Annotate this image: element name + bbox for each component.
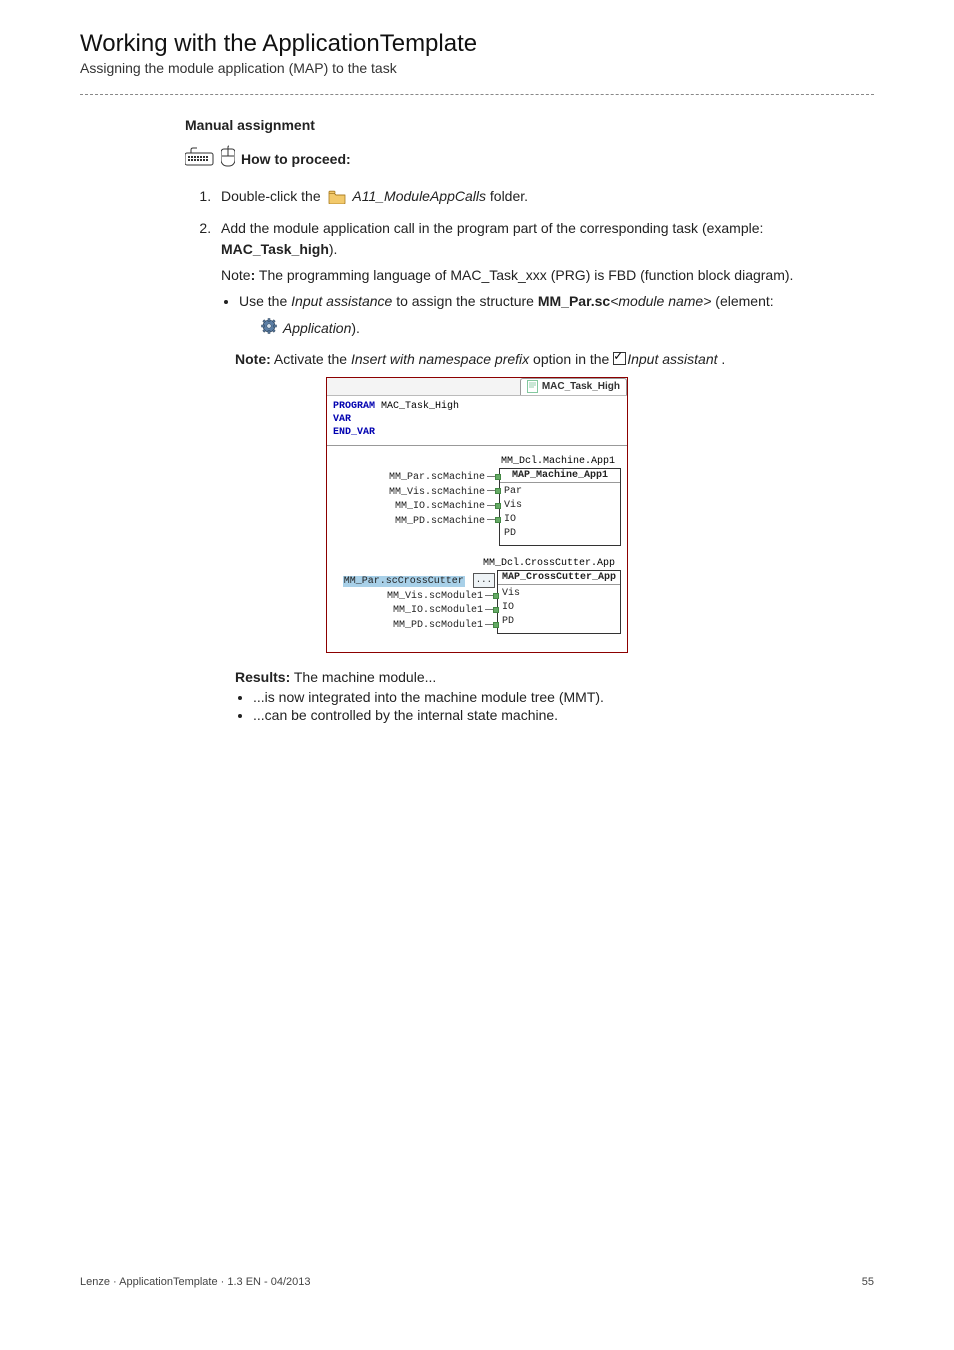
- footer-left: Lenze · ApplicationTemplate · 1.3 EN - 0…: [80, 1276, 311, 1288]
- fb2-box: MAP_CrossCutter_App Vis IO PD: [497, 570, 621, 634]
- page-footer: Lenze · ApplicationTemplate · 1.3 EN - 0…: [80, 1276, 874, 1288]
- step-2-note: Note: The programming language of MAC_Ta…: [221, 265, 874, 287]
- step-1-folder-name: A11_ModuleAppCalls: [352, 188, 486, 204]
- fbd-area: MM_Dcl.Machine.App1 MM_Par.scMachine MM_…: [327, 446, 627, 652]
- step-2-sub-d: MM_Par.sc: [538, 293, 610, 309]
- fb1-pin-2: IO: [504, 513, 516, 527]
- editor-tabs: MAC_Task_High: [327, 378, 627, 396]
- document-icon: [527, 380, 538, 393]
- fb2-left-1: MM_Vis.scModule1: [387, 591, 483, 602]
- results-prefix: Results:: [235, 669, 290, 685]
- step-2-note-body: The programming language of MAC_Task_xxx…: [255, 267, 793, 283]
- keyboard-icon: [185, 145, 215, 172]
- fb2-left-2: MM_IO.scModule1: [393, 605, 483, 616]
- declaration-section: PROGRAM MAC_Task_High VAR END_VAR: [327, 396, 627, 446]
- manual-assignment-heading: Manual assignment: [185, 117, 874, 133]
- mouse-icon: [221, 145, 235, 172]
- step-1-text-c: folder.: [490, 188, 528, 204]
- ellipsis-button[interactable]: ...: [473, 573, 495, 588]
- results-body: The machine module...: [290, 669, 436, 685]
- step-2-sub-b: Input assistance: [291, 293, 392, 309]
- fb1-pin-3: PD: [504, 527, 516, 541]
- editor-tab[interactable]: MAC_Task_High: [520, 378, 627, 395]
- footer-page-number: 55: [862, 1276, 874, 1288]
- fb2-left-connections: MM_Par.scCrossCutter ... MM_Vis.scModule…: [333, 570, 497, 633]
- note-prefix: Note:: [235, 351, 271, 367]
- how-to-proceed-label: How to proceed:: [241, 151, 351, 167]
- note-e: .: [718, 351, 726, 367]
- fb-call-1: MM_Dcl.Machine.App1 MM_Par.scMachine MM_…: [333, 456, 621, 546]
- fb1-pin-1: Vis: [504, 499, 522, 513]
- how-to-proceed-row: How to proceed:: [185, 145, 874, 172]
- steps-list: Double-click the A11_ModuleAppCalls fold…: [215, 186, 874, 341]
- fb1-left-3: MM_PD.scMachine: [395, 516, 485, 527]
- gear-icon: [261, 318, 277, 341]
- step-2-sub-c: to assign the structure: [392, 293, 538, 309]
- kw-program: PROGRAM: [333, 401, 375, 412]
- results-list: ...is now integrated into the machine mo…: [253, 689, 874, 723]
- fb1-left-connections: MM_Par.scMachine MM_Vis.scMachine MM_IO.…: [333, 468, 499, 529]
- fb1-left-2: MM_IO.scMachine: [395, 501, 485, 512]
- fb1-instance: MM_Dcl.Machine.App1: [333, 456, 621, 467]
- fb2-left-first: MM_Par.scCrossCutter: [343, 576, 465, 587]
- decl-name: MAC_Task_High: [375, 401, 459, 412]
- page-title: Working with the ApplicationTemplate: [80, 30, 874, 58]
- results-item-0: ...is now integrated into the machine mo…: [253, 689, 874, 705]
- step-2-note-prefix: Note: [221, 267, 251, 283]
- editor-tab-label: MAC_Task_High: [542, 381, 620, 392]
- fb1-left-1: MM_Vis.scMachine: [389, 487, 485, 498]
- fb2-pin-2: IO: [502, 601, 514, 615]
- results-heading: Results: The machine module... ...is now…: [235, 669, 874, 723]
- note-a: Activate the: [271, 351, 351, 367]
- kw-endvar: END_VAR: [333, 427, 375, 438]
- step-2-text-c: ).: [329, 241, 338, 257]
- step-2-sub-f: (element:: [711, 293, 773, 309]
- fb1-left-0: MM_Par.scMachine: [389, 472, 485, 483]
- checkbox-icon: [613, 352, 626, 365]
- step-2: Add the module application call in the p…: [215, 218, 874, 341]
- kw-var: VAR: [333, 414, 351, 425]
- fb2-left-3: MM_PD.scModule1: [393, 620, 483, 631]
- step-2-text-a: Add the module application call in the p…: [221, 220, 763, 236]
- results-item-1: ...can be controlled by the internal sta…: [253, 707, 874, 723]
- fb1-box: MAP_Machine_App1 Par Vis IO PD: [499, 468, 621, 546]
- activate-note: Note: Activate the Insert with namespace…: [235, 351, 874, 367]
- note-c: option in the: [529, 351, 613, 367]
- application-after: ).: [351, 320, 360, 336]
- code-figure: MAC_Task_High PROGRAM MAC_Task_High VAR …: [326, 377, 628, 653]
- fb2-title: MAP_CrossCutter_App: [498, 571, 620, 585]
- application-line: Application).: [261, 318, 874, 341]
- fb1-title: MAP_Machine_App1: [500, 469, 620, 483]
- divider: [80, 94, 874, 95]
- note-b: Insert with namespace prefix: [351, 351, 529, 367]
- fb2-pin-1: Vis: [502, 587, 520, 601]
- page-subtitle: Assigning the module application (MAP) t…: [80, 60, 874, 76]
- step-2-sub: Use the Input assistance to assign the s…: [239, 291, 874, 341]
- fb2-instance: MM_Dcl.CrossCutter.App: [333, 558, 621, 569]
- fb2-pin-3: PD: [502, 615, 514, 629]
- fb-call-2: MM_Dcl.CrossCutter.App MM_Par.scCrossCut…: [333, 558, 621, 634]
- application-label: Application: [283, 320, 352, 336]
- note-d: Input assistant: [627, 351, 717, 367]
- step-1-text-a: Double-click the: [221, 188, 325, 204]
- step-2-sub-e: <module name>: [610, 293, 711, 309]
- folder-icon: [328, 190, 346, 204]
- fb1-pin-0: Par: [504, 485, 522, 499]
- step-2-task-name: MAC_Task_high: [221, 241, 329, 257]
- step-1: Double-click the A11_ModuleAppCalls fold…: [215, 186, 874, 208]
- step-2-sub-a: Use the: [239, 293, 291, 309]
